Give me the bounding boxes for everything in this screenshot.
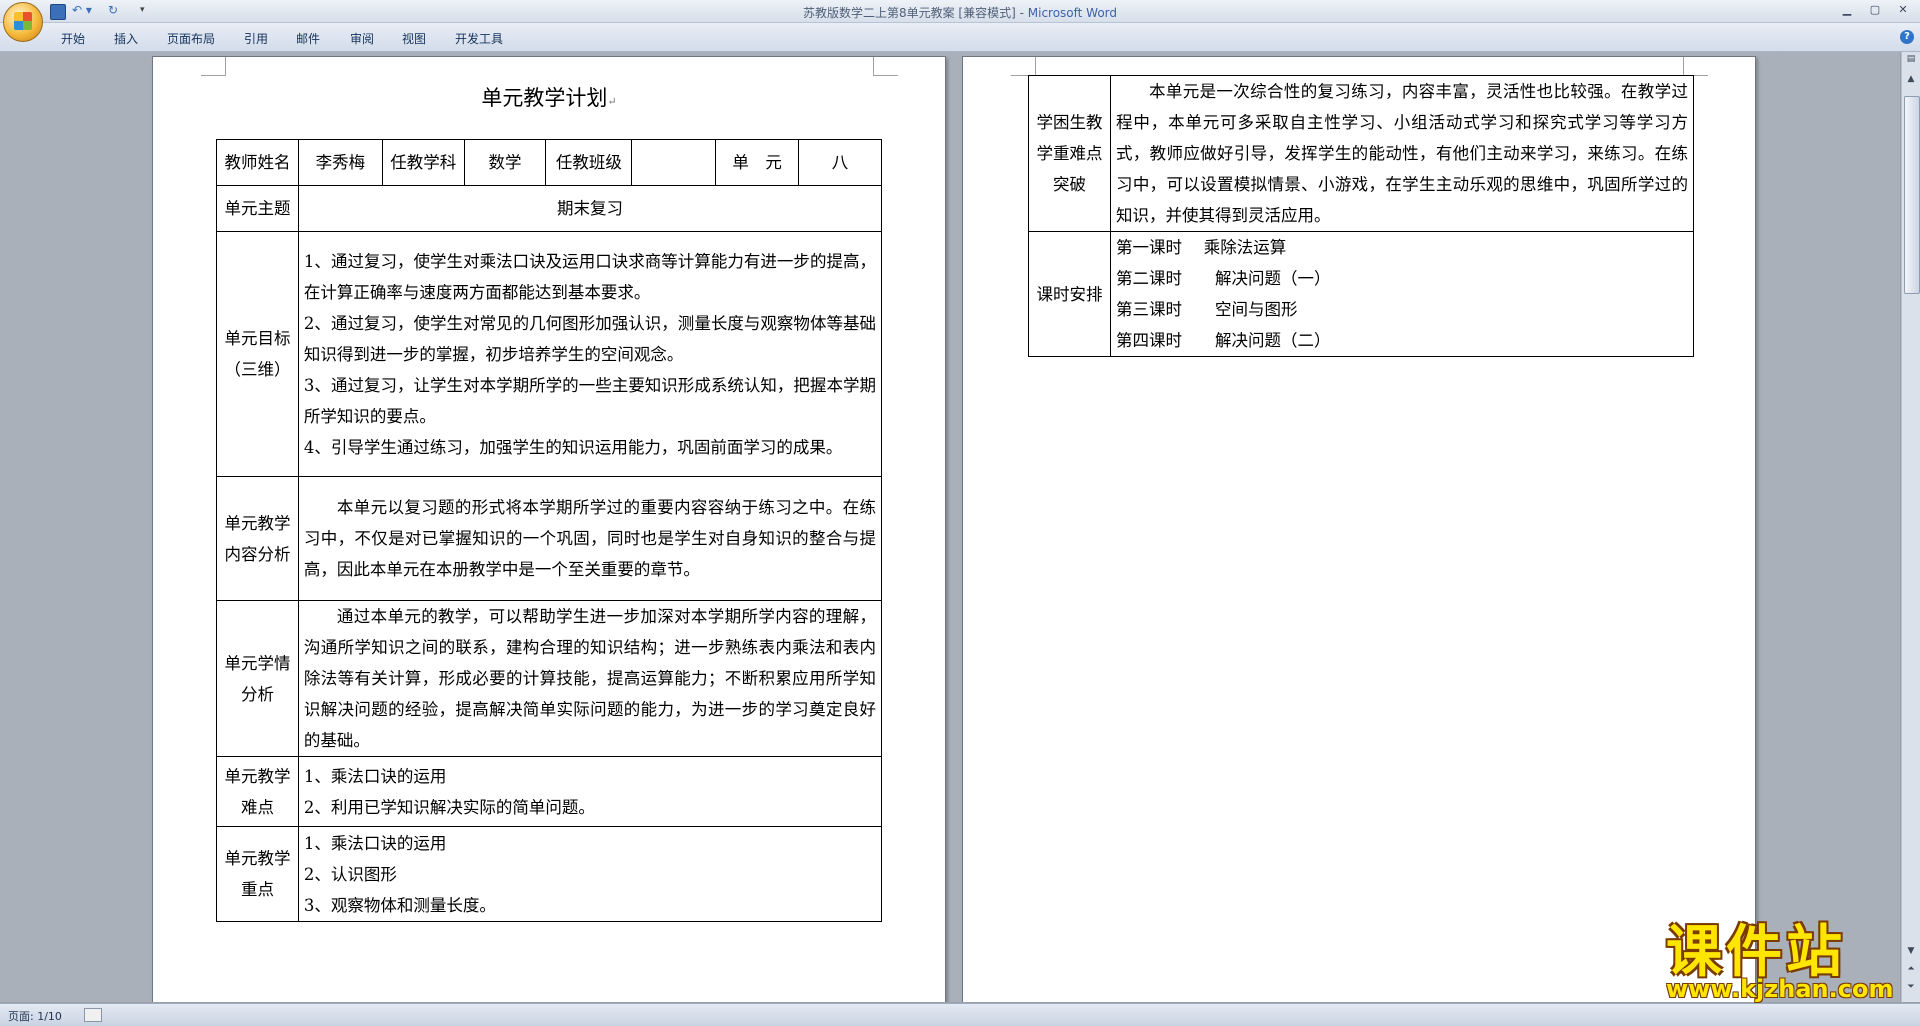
goal-item: 3、通过复习，让学生对本学期所学的一些主要知识形成系统认知，把握本学期所学知识的… — [303, 375, 876, 426]
subject-value: 数学 — [463, 139, 547, 186]
window-title: 苏教版数学二上第8单元教案 [兼容模式] - Microsoft Word — [802, 6, 1118, 20]
unit-label: 单 元 — [715, 139, 800, 186]
content-analysis-label: 单元教学内容分析 — [216, 476, 299, 601]
subject-label: 任教学科 — [381, 139, 465, 186]
unit-value: 八 — [798, 139, 882, 186]
page-count[interactable]: 页面: 1/10 — [8, 1008, 62, 1024]
teacher-name: 李秀梅 — [297, 139, 383, 186]
content-analysis-text: 本单元以复习题的形式将本学期所学过的重要内容容纳于练习之中。在练习中，不仅是对已… — [297, 476, 883, 601]
page-2[interactable]: 学困生教学重难点突破 本单元是一次综合性的复习练习，内容丰富，灵活性也比较强。在… — [962, 56, 1756, 1002]
key-points-label: 单元教学重点 — [216, 826, 299, 922]
schedule-item: 第二课时 解决问题（一） — [1116, 269, 1331, 288]
maximize-button[interactable]: ▢ — [1862, 2, 1888, 18]
margin-corner-mark — [1683, 57, 1708, 76]
schedule-item: 第四课时 解决问题（二） — [1116, 331, 1331, 350]
key-point-item: 3、观察物体和测量长度。 — [303, 895, 496, 915]
goals-cell: 1、通过复习，使学生对乘法口诀及运用口诀求商等计算能力有进一步的提高，在计算正确… — [297, 231, 883, 477]
student-analysis-label: 单元学情分析 — [216, 600, 299, 757]
watermark-url: www.kjzhan.com — [1666, 975, 1894, 1003]
margin-corner-mark — [1011, 57, 1036, 76]
schedule-item: 第一课时 乘除法运算 — [1116, 238, 1287, 257]
scroll-thumb[interactable] — [1904, 96, 1920, 294]
page-1[interactable]: 单元教学计划↵ 教师姓名 李秀梅 任教学科 数学 任教班级 单 元 八 单元主题… — [152, 56, 946, 1002]
schedule-cell: 第一课时 乘除法运算 第二课时 解决问题（一） 第三课时 空间与图形 第四课时 … — [1110, 231, 1694, 357]
table-row: 单元学情分析 通过本单元的教学，可以帮助学生进一步加深对本学期所学内容的理解，沟… — [216, 600, 883, 757]
goal-item: 1、通过复习，使学生对乘法口诀及运用口诀求商等计算能力有进一步的提高，在计算正确… — [303, 251, 876, 302]
tab-review[interactable]: 审阅 — [350, 30, 374, 47]
difficulty-item: 1、乘法口诀的运用 — [303, 766, 447, 786]
site-watermark: 课件站 www.kjzhan.com — [1666, 925, 1916, 1005]
breakthrough-label: 学困生教学重难点突破 — [1028, 75, 1111, 232]
table-row: 单元教学重点 1、乘法口诀的运用 2、认识图形 3、观察物体和测量长度。 — [216, 826, 883, 922]
page-title: 单元教学计划↵ — [481, 86, 617, 110]
document-workspace[interactable]: 单元教学计划↵ 教师姓名 李秀梅 任教学科 数学 任教班级 单 元 八 单元主题… — [0, 52, 1900, 1002]
table-row: 课时安排 第一课时 乘除法运算 第二课时 解决问题（一） 第三课时 空间与图形 … — [1028, 231, 1694, 357]
title-bar: ↶ ▾ ↻ ▾ 苏教版数学二上第8单元教案 [兼容模式] - Microsoft… — [0, 0, 1920, 23]
margin-corner-mark — [201, 57, 226, 76]
goals-label: 单元目标（三维） — [216, 231, 299, 477]
teacher-label: 教师姓名 — [216, 139, 299, 186]
table-row: 学困生教学重难点突破 本单元是一次综合性的复习练习，内容丰富，灵活性也比较强。在… — [1028, 75, 1694, 232]
tab-insert[interactable]: 插入 — [114, 30, 138, 47]
proofing-icon[interactable] — [84, 1008, 102, 1022]
theme-label: 单元主题 — [216, 185, 299, 232]
tab-references[interactable]: 引用 — [244, 30, 268, 47]
tab-mailings[interactable]: 邮件 — [296, 30, 320, 47]
table-row: 单元主题 期末复习 — [216, 185, 883, 232]
difficulties-cell: 1、乘法口诀的运用 2、利用已学知识解决实际的简单问题。 — [297, 756, 883, 827]
help-icon[interactable]: ? — [1900, 30, 1914, 44]
office-logo-icon — [14, 12, 32, 30]
key-point-item: 2、认识图形 — [303, 864, 397, 884]
tab-home[interactable]: 开始 — [61, 30, 85, 47]
scroll-up-icon[interactable]: ▲ — [1904, 74, 1918, 88]
minimize-button[interactable]: ▁ — [1834, 2, 1860, 18]
watermark-name: 课件站 — [1666, 920, 1846, 985]
tab-view[interactable]: 视图 — [402, 30, 426, 47]
table-row: 教师姓名 李秀梅 任教学科 数学 任教班级 单 元 八 — [216, 139, 882, 186]
margin-corner-mark — [873, 57, 898, 76]
ruler-toggle-icon[interactable]: ▤ — [1904, 54, 1918, 68]
tab-page-layout[interactable]: 页面布局 — [167, 30, 215, 47]
difficulties-label: 单元教学难点 — [216, 756, 299, 827]
breakthrough-text: 本单元是一次综合性的复习练习，内容丰富，灵活性也比较强。在教学过程中，本单元可多… — [1110, 75, 1694, 232]
vertical-scrollbar[interactable]: ▤ ▲ ▼ ⏶ ⏷ — [1901, 52, 1920, 1002]
key-points-cell: 1、乘法口诀的运用 2、认识图形 3、观察物体和测量长度。 — [297, 826, 883, 922]
class-label: 任教班级 — [545, 139, 633, 186]
table-row: 单元教学难点 1、乘法口诀的运用 2、利用已学知识解决实际的简单问题。 — [216, 756, 883, 827]
schedule-label: 课时安排 — [1028, 231, 1111, 357]
office-button[interactable] — [3, 2, 43, 42]
difficulty-item: 2、利用已学知识解决实际的简单问题。 — [303, 797, 595, 817]
close-button[interactable]: ✕ — [1890, 2, 1916, 18]
table-row: 单元目标（三维） 1、通过复习，使学生对乘法口诀及运用口诀求商等计算能力有进一步… — [216, 231, 883, 477]
key-point-item: 1、乘法口诀的运用 — [303, 833, 447, 853]
status-bar: 页面: 1/10 — [0, 1003, 1920, 1026]
goal-item: 4、引导学生通过练习，加强学生的知识运用能力，巩固前面学习的成果。 — [303, 437, 843, 457]
ribbon-tabs: 开始 插入 页面布局 引用 邮件 审阅 视图 开发工具 ? — [0, 23, 1920, 52]
plan-table: 教师姓名 李秀梅 任教学科 数学 任教班级 单 元 八 单元主题 期末复习 单元… — [216, 139, 883, 922]
goal-item: 2、通过复习，使学生对常见的几何图形加强认识，测量长度与观察物体等基础知识得到进… — [303, 313, 876, 364]
tab-developer[interactable]: 开发工具 — [455, 30, 503, 47]
table-row: 单元教学内容分析 本单元以复习题的形式将本学期所学过的重要内容容纳于练习之中。在… — [216, 476, 883, 601]
plan-table-continued: 学困生教学重难点突破 本单元是一次综合性的复习练习，内容丰富，灵活性也比较强。在… — [1028, 75, 1694, 357]
theme-value: 期末复习 — [297, 185, 883, 232]
student-analysis-text: 通过本单元的教学，可以帮助学生进一步加深对本学期所学内容的理解，沟通所学知识之间… — [297, 600, 883, 757]
class-value — [631, 139, 717, 186]
schedule-item: 第三课时 空间与图形 — [1116, 300, 1298, 319]
